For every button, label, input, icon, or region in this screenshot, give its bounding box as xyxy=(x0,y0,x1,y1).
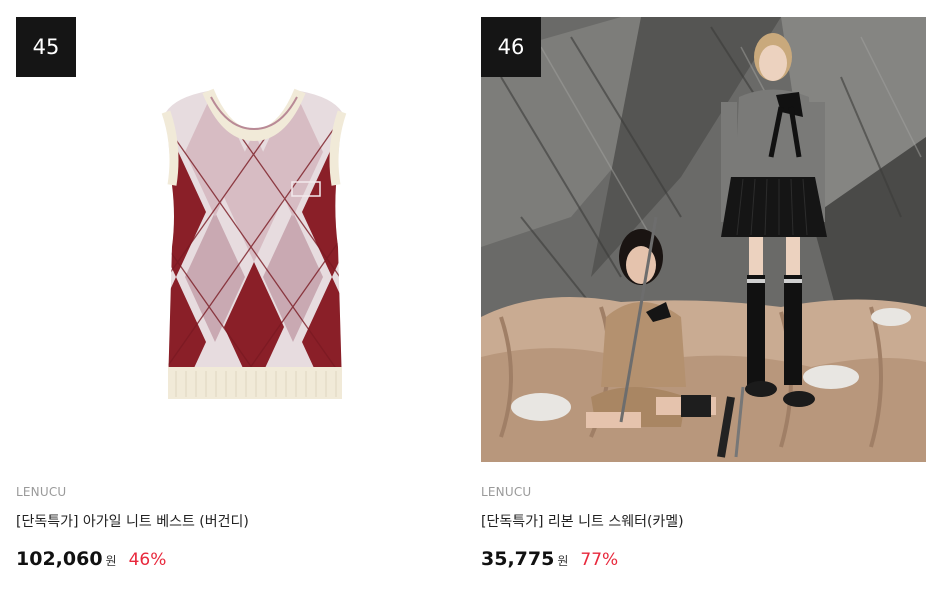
brand-name[interactable]: LENUCU xyxy=(481,484,926,500)
sale-price: 35,775 xyxy=(481,548,555,570)
price-row: 102,060 원 46% xyxy=(16,545,461,573)
product-card[interactable]: 46 LENUCU [단독특가] 리본 니트 스웨터(카멜) 35,775 원 77… xyxy=(481,17,926,573)
product-image[interactable]: 46 xyxy=(481,17,926,462)
price-row: 35,775 원 77% xyxy=(481,545,926,573)
currency-unit: 원 xyxy=(557,554,569,568)
argyle-vest-image xyxy=(16,17,461,462)
sale-price: 102,060 xyxy=(16,548,103,570)
discount-rate: 46% xyxy=(128,550,167,570)
ribbon-sweater-photo xyxy=(481,17,926,462)
product-image[interactable]: 45 xyxy=(16,17,461,462)
product-title[interactable]: [단독특가] 리본 니트 스웨터(카멜) xyxy=(481,512,926,532)
currency-unit: 원 xyxy=(105,554,117,568)
brand-name[interactable]: LENUCU xyxy=(16,484,461,500)
product-title[interactable]: [단독특가] 아가일 니트 베스트 (버건디) xyxy=(16,512,461,532)
product-grid: 45 LENUCU [단독특가] 아가일 니트 베스트 (버건디) 102,06… xyxy=(0,0,940,593)
discount-rate: 77% xyxy=(580,550,619,570)
product-card[interactable]: 45 LENUCU [단독특가] 아가일 니트 베스트 (버건디) 102,06… xyxy=(16,17,461,573)
rank-badge: 45 xyxy=(16,17,76,77)
rank-badge: 46 xyxy=(481,17,541,77)
